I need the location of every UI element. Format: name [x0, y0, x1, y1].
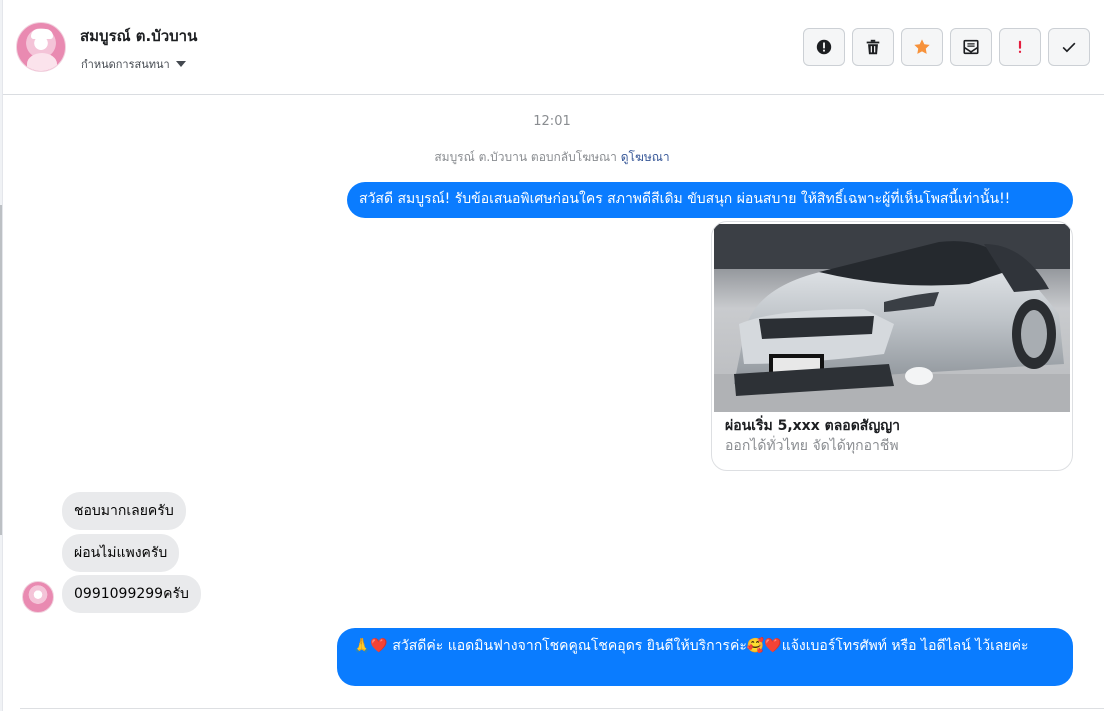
- exclamation-icon: [1018, 40, 1022, 53]
- sender-avatar[interactable]: [22, 581, 54, 613]
- ad-card[interactable]: ผ่อนเริ่ม 5,xxx ตลอดสัญญา ออกได้ทั่วไทย …: [711, 221, 1073, 471]
- spam-button[interactable]: [999, 28, 1041, 66]
- conversation-label: กำหนดการสนทนา: [81, 58, 170, 71]
- scrollbar[interactable]: [0, 205, 2, 535]
- ad-reply-text: สมบูรณ์ ต.บัวบาน ตอบกลับโฆษณา: [434, 150, 617, 164]
- caret-down-icon: [175, 61, 186, 67]
- message-timestamp: 12:01: [533, 114, 571, 129]
- ad-card-title: ผ่อนเริ่ม 5,xxx ตลอดสัญญา: [725, 418, 901, 434]
- header-toolbar: [803, 28, 1090, 66]
- contact-name[interactable]: สมบูรณ์ ต.บัวบาน: [80, 24, 197, 48]
- incoming-message[interactable]: 0991099299ครับ: [62, 575, 201, 613]
- star-button[interactable]: [901, 28, 943, 66]
- incoming-message[interactable]: ชอบมากเลยครับ: [62, 492, 186, 530]
- mail-icon: [963, 39, 979, 55]
- car-illustration: [714, 224, 1070, 412]
- delete-button[interactable]: [852, 28, 894, 66]
- trash-icon: [866, 39, 880, 55]
- star-icon: [914, 39, 930, 54]
- incoming-message[interactable]: ผ่อนไม่แพงครับ: [62, 534, 180, 572]
- contact-avatar[interactable]: [16, 22, 66, 72]
- report-button[interactable]: [803, 28, 845, 66]
- outgoing-message[interactable]: สวัสดี สมบูรณ์! รับข้อเสนอพิเศษก่อนใคร ส…: [347, 182, 1073, 218]
- ad-card-subtitle: ออกได้ทั่วไทย จัดได้ทุกอาชีพ: [725, 438, 899, 454]
- report-icon: [816, 39, 832, 55]
- mark-done-button[interactable]: [1048, 28, 1090, 66]
- seen-status-hint: [920, 694, 1075, 702]
- car-image: [714, 224, 1070, 412]
- conversation-label-dropdown[interactable]: กำหนดการสนทนา: [81, 55, 186, 73]
- ad-reply-note: สมบูรณ์ ต.บัวบาน ตอบกลับโฆษณา ดูโฆษณา: [0, 148, 1104, 167]
- view-ad-link[interactable]: ดูโฆษณา: [621, 150, 670, 164]
- conversation-header: สมบูรณ์ ต.บัวบาน กำหนดการสนทนา: [3, 0, 1104, 95]
- check-icon: [1062, 42, 1076, 53]
- mark-unread-button[interactable]: [950, 28, 992, 66]
- outgoing-message[interactable]: 🙏❤️ สวัสดีค่ะ แอดมินฟางจากโชคคูณโชคอุดร …: [337, 628, 1073, 686]
